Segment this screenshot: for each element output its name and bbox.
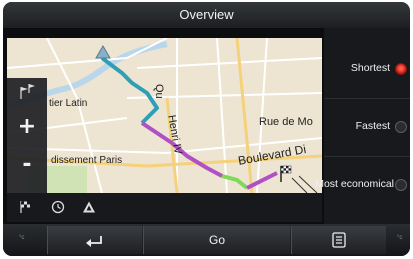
radio-unselected-icon[interactable] [395,121,407,133]
zoom-in-button[interactable]: + [7,114,47,139]
title-bar: Overview [3,2,410,29]
clock-icon[interactable] [51,200,65,219]
map-toolbar [7,193,322,222]
radio-selected-icon[interactable] [395,63,407,75]
route-options-panel: Shortest Fastest Most economical [315,28,410,224]
route-option-label: Shortest [350,62,390,74]
back-button[interactable] [47,226,142,254]
map-label-rue-de-mo: Rue de Mo [259,116,313,128]
route-option-fastest[interactable]: Fastest [324,100,410,157]
map-label-arrondissement: dissement Paris [51,155,123,166]
route-option-most-economical[interactable]: Most economical [315,158,410,214]
back-arrow-icon [85,233,105,252]
menu-list-icon [332,232,346,253]
navigation-screen: Overview tier Latin Qu Henri IV Rue de M… [3,2,410,256]
route-option-label: Most economical [315,178,394,190]
bottom-bar: °c Go °c [3,224,410,256]
go-button-label: Go [208,233,225,247]
zoom-out-button[interactable]: - [7,152,47,177]
vehicle-position-icon [95,45,111,59]
destination-flag-icon [280,165,292,182]
temperature-right: °c [397,235,403,241]
menu-button[interactable] [291,226,386,254]
route-flags-icon[interactable] [17,82,37,107]
route-option-label: Fastest [355,120,390,132]
route-map[interactable]: tier Latin Qu Henri IV Rue de Mo disseme… [7,38,322,193]
map-label-quai: Qu [153,84,165,99]
radio-unselected-icon[interactable] [395,179,407,191]
map-hatch [291,175,318,193]
route-option-shortest[interactable]: Shortest [324,42,410,99]
warning-triangle-icon[interactable] [82,200,96,219]
zoom-panel: + - [7,78,47,193]
map-label-quartier: tier Latin [49,98,88,109]
go-button[interactable]: Go [143,226,290,254]
temperature-left: °c [19,235,25,241]
finish-flag-icon[interactable] [19,200,33,219]
page-title: Overview [179,7,234,22]
